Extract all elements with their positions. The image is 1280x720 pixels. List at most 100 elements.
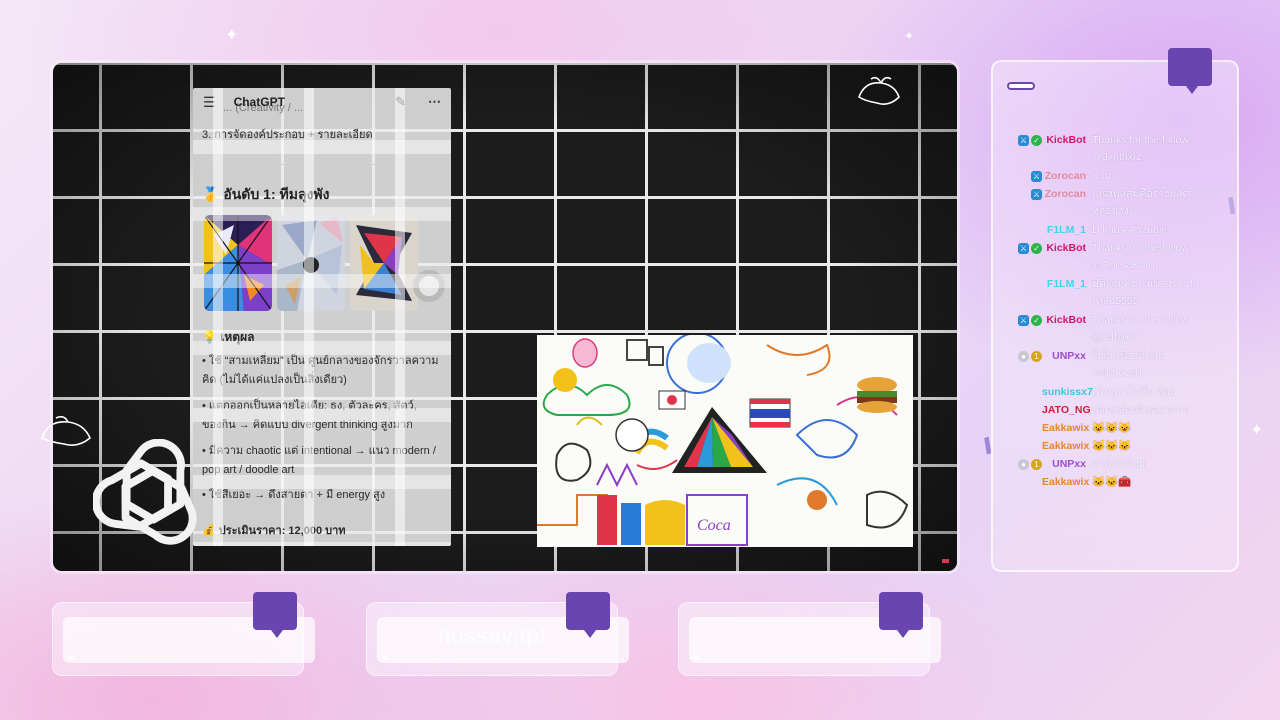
badge-group	[1000, 384, 1042, 401]
rank-heading: 🥇 อันดับ 1: ทีมลุงพัง	[202, 186, 330, 202]
chat-message: ⚔ ✓ KickBot Thanks for the follow @Jxnthxrz	[1000, 132, 1210, 166]
menu-icon[interactable]: ☰	[203, 94, 216, 111]
list-item: 3. การจัดองค์ประกอบ + รายละเอียด	[202, 129, 373, 141]
chat-username[interactable]: UNPxx	[1042, 456, 1086, 473]
moderator-badge-icon: ⚔	[1018, 135, 1029, 146]
badge-group	[1000, 438, 1042, 455]
badge-group	[1000, 420, 1042, 437]
chat-message-text: ป่าม	[1092, 170, 1112, 182]
gift-badge-icon: ●	[1018, 459, 1029, 470]
chat-tab-indicator[interactable]	[1007, 82, 1035, 90]
chat-bubble-icon	[566, 592, 610, 638]
chat-message: ⚔ Zorocan เกรงพลสมคือรางบุลดา หกอย่าง	[1000, 186, 1210, 220]
badge-group: ⚔	[1000, 186, 1042, 220]
chat-message: Eakkawix 🐱🐱🧰	[1000, 474, 1210, 491]
badge-group: ⚔ ✓	[1000, 312, 1042, 346]
chat-message-text: เค้งกุณาไปใบ ชอบ	[1092, 386, 1177, 398]
moderator-badge-icon: ⚔	[1031, 171, 1042, 182]
verified-badge-icon: ✓	[1031, 135, 1042, 146]
subscriber-badge-icon: 1	[1031, 351, 1042, 362]
list-item: • ใช้สีเยอะ → ดึงสายตา + มี energy สูง	[202, 489, 386, 501]
chat-message-text: เกรงพลสมคือรางบุลดา หกอย่าง	[1092, 188, 1196, 217]
reason-heading: 💡 เหตุผล	[202, 330, 255, 344]
badge-group	[1000, 276, 1042, 310]
chat-message: ⚔ ✓ KickBot Thanks for the follow @PhusaKor…	[1000, 240, 1210, 274]
moderator-badge-icon: ⚔	[1018, 243, 1029, 254]
sparkle-icon: ✦	[1250, 422, 1264, 439]
badge-group: ⚔	[1000, 168, 1042, 185]
list-item: • ใช้ “สามเหลี่ยม” เป็น ศูนย์กลางของจักร…	[202, 355, 439, 386]
chat-message: Eakkawix 🐱🐱🐱	[1000, 438, 1210, 455]
chat-username[interactable]: Eakkawix	[1042, 474, 1089, 491]
badge-group: ⚔ ✓	[1000, 240, 1042, 274]
artwork-thumbnail[interactable]	[277, 215, 345, 311]
phone-title: ChatGPT	[233, 95, 285, 109]
doodle-artwork-image: Coca	[537, 335, 913, 547]
price-line: 💰 ประเมินราคา: 12,000 บาท	[202, 525, 346, 537]
chat-message-text: ไปไปเพื่องที่ เลยกะintrovert	[1092, 350, 1164, 379]
list-item: • แตกออกเป็นหลายไอเดีย: ธง, ตัวละคร, สัต…	[202, 400, 417, 431]
chat-message-text: 🐱🐱🧰	[1092, 476, 1132, 488]
sparkle-icon: ✦	[904, 29, 915, 43]
chat-message: ⚔ Zorocan ป่าม	[1000, 168, 1210, 185]
gift-badge-icon: ●	[1018, 351, 1029, 362]
chat-message-text: D kub คครzubie	[1092, 224, 1168, 236]
verified-badge-icon: ✓	[1031, 315, 1042, 326]
openai-logo-icon	[93, 439, 197, 545]
chat-message-text: Thanks for the follow @PhusaKorn	[1092, 242, 1189, 271]
chat-message: F1LM_1 D kub คครzubie	[1000, 222, 1210, 239]
svg-text:Coca: Coca	[697, 517, 731, 534]
badge-group: ● 1	[1000, 456, 1042, 473]
badge-group	[1000, 474, 1042, 491]
whale-doodle-icon	[41, 415, 91, 446]
chat-message-text: มีคิจไหคับ ไม่ข้องใจ ทำ เหลอ5555	[1092, 278, 1199, 307]
loading-icon	[413, 270, 445, 302]
chat-username[interactable]: Zorocan	[1042, 186, 1086, 220]
chat-message-text: ปลดปล่อยจินตนาการ	[1092, 404, 1189, 416]
badge-group	[1000, 402, 1042, 419]
list-item: • มีความ chaotic แต่ intentional → แนว m…	[202, 445, 436, 476]
chat-username[interactable]: Eakkawix	[1042, 438, 1089, 455]
chat-username[interactable]: F1LM_1	[1042, 276, 1086, 310]
phone-header: ☰ ChatGPT ✎ ⋯	[193, 88, 451, 116]
chat-username[interactable]: Zorocan	[1042, 168, 1086, 185]
badge-group	[1000, 222, 1042, 239]
rec-indicator	[942, 559, 949, 563]
chat-username[interactable]: UNPxx	[1042, 348, 1086, 382]
chat-username[interactable]: KickBot	[1042, 132, 1086, 166]
chat-message: ⚔ ✓ KickBot Thanks for the follow @24biixd	[1000, 312, 1210, 346]
badge-group: ● 1	[1000, 348, 1042, 382]
badge-group: ⚔ ✓	[1000, 132, 1042, 166]
chat-message-text: ฝาดังราจังย	[1092, 458, 1145, 470]
chat-username[interactable]: sunkissx7	[1042, 384, 1093, 401]
artwork-thumbnail[interactable]	[204, 215, 272, 311]
chat-message: ● 1 UNPxx ไปไปเพื่องที่ เลยกะintrovert	[1000, 348, 1210, 382]
moderator-badge-icon: ⚔	[1018, 315, 1029, 326]
chatgpt-phone-screenshot: ... (Creativity / ... ☰ ChatGPT ✎ ⋯ 3. ก…	[193, 88, 451, 546]
chat-username[interactable]: JATO_NG	[1042, 402, 1091, 419]
chat-message-text: 😺😺😺	[1092, 422, 1132, 434]
chat-message: F1LM_1 มีคิจไหคับ ไม่ข้องใจ ทำ เหลอ5555	[1000, 276, 1210, 310]
chat-username[interactable]: F1LM_1	[1042, 222, 1086, 239]
chat-username[interactable]: KickBot	[1042, 312, 1086, 346]
more-icon[interactable]: ⋯	[428, 94, 441, 110]
whale-doodle-icon	[858, 76, 900, 105]
screen-share-stage: ... (Creativity / ... ☰ ChatGPT ✎ ⋯ 3. ก…	[52, 62, 958, 572]
verified-badge-icon: ✓	[1031, 243, 1042, 254]
chat-message-text: Thanks for the follow @24biixd	[1092, 314, 1189, 343]
chat-message: JATO_NG ปลดปล่อยจินตนาการ	[1000, 402, 1210, 419]
chat-bubble-icon	[1168, 48, 1212, 94]
artwork-thumbnail[interactable]	[350, 215, 418, 311]
chat-message: Eakkawix 😺😺😺	[1000, 420, 1210, 437]
chat-message: ● 1 UNPxx ฝาดังราจังย	[1000, 456, 1210, 473]
chat-bubble-icon	[253, 592, 297, 638]
moderator-badge-icon: ⚔	[1031, 189, 1042, 200]
sparkle-icon: ✦	[225, 27, 239, 44]
chat-username[interactable]: KickBot	[1042, 240, 1086, 274]
chat-message-text: Thanks for the follow @Jxnthxrz	[1092, 134, 1189, 163]
edit-icon[interactable]: ✎	[395, 94, 406, 110]
chat-username[interactable]: Eakkawix	[1042, 420, 1089, 437]
subscriber-badge-icon: 1	[1031, 459, 1042, 470]
chat-message-text: 🐱🐱🐱	[1092, 440, 1132, 452]
chat-message: sunkissx7 เค้งกุณาไปใบ ชอบ	[1000, 384, 1210, 401]
